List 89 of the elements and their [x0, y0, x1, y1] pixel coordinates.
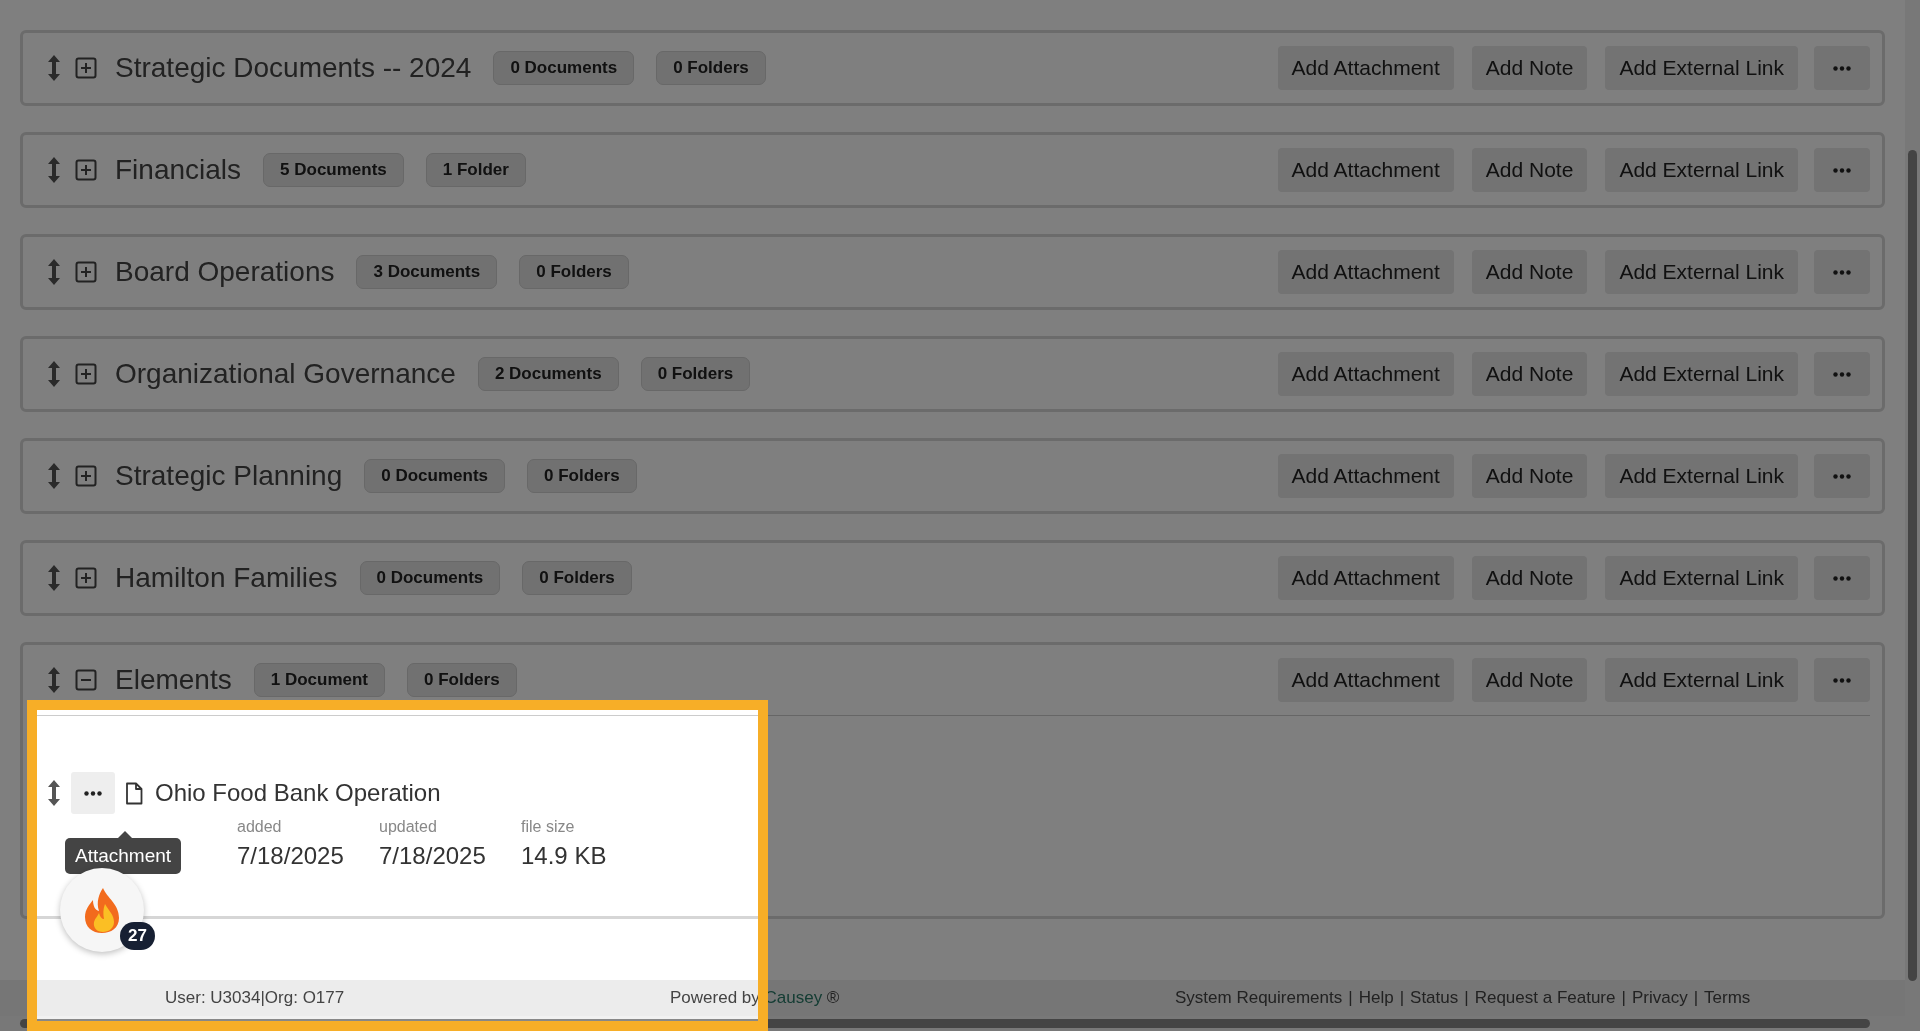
folder-title: Financials [115, 154, 242, 186]
footer-link[interactable]: Status [1410, 988, 1459, 1008]
add-link-button[interactable]: Add External Link [1605, 352, 1798, 396]
separator: | [1464, 988, 1469, 1008]
meta-label: added [237, 818, 282, 836]
add-attachment-button[interactable]: Add Attachment [1277, 148, 1454, 192]
drag-handle-icon[interactable] [47, 359, 61, 389]
expand-icon[interactable] [75, 465, 97, 487]
more-icon [84, 790, 102, 796]
folder-count: 0 Folders [640, 357, 751, 391]
drag-handle-icon[interactable] [47, 563, 61, 593]
footer-link[interactable]: Privacy [1631, 988, 1688, 1008]
vertical-scrollbar[interactable] [1905, 0, 1920, 1016]
expand-icon[interactable] [75, 57, 97, 79]
separator: | [1399, 988, 1405, 1008]
document-count: 0 Documents [364, 459, 505, 493]
add-link-button[interactable]: Add External Link [1605, 454, 1798, 498]
folder-count: 0 Folders [519, 255, 629, 289]
folder-count: 0 Folders [656, 51, 766, 85]
folder-title: Elements [115, 664, 232, 696]
more-icon [1833, 269, 1851, 275]
more-icon [1833, 473, 1851, 479]
folder-count: 1 Folder [425, 153, 526, 187]
separator: | [1348, 988, 1353, 1008]
document-count: 0 Documents [359, 561, 501, 595]
drag-handle-icon[interactable] [47, 665, 61, 695]
drag-handle-icon[interactable] [47, 53, 61, 83]
add-note-button[interactable]: Add Note [1471, 46, 1588, 90]
footer-link[interactable]: Help [1358, 988, 1394, 1008]
footer-link[interactable]: System Requirements [1175, 988, 1343, 1008]
add-link-button[interactable]: Add External Link [1605, 556, 1798, 600]
document-count: 5 Documents [263, 153, 404, 187]
separator: | [1621, 988, 1626, 1008]
folder-title: Hamilton Families [115, 562, 338, 594]
add-link-button[interactable]: Add External Link [1605, 658, 1798, 702]
add-attachment-button[interactable]: Add Attachment [1277, 556, 1454, 600]
add-attachment-button[interactable]: Add Attachment [1277, 46, 1454, 90]
folder-count: 0 Folders [407, 663, 517, 697]
folder-count: 0 Folders [527, 459, 637, 493]
more-icon [1833, 371, 1851, 377]
separator: | [1693, 988, 1699, 1008]
folder-title: Board Operations [115, 256, 335, 288]
document-count: 0 Documents [493, 51, 635, 85]
expand-icon[interactable] [75, 261, 97, 283]
notification-count: 27 [120, 922, 155, 950]
meta-value: 7/18/2025 [379, 842, 486, 870]
expand-icon[interactable] [75, 159, 97, 181]
folder-count: 0 Folders [522, 561, 632, 595]
add-attachment-button[interactable]: Add Attachment [1277, 454, 1454, 498]
more-button[interactable] [71, 772, 115, 814]
meta-label: updated [379, 818, 437, 836]
document-count: 1 Document [253, 663, 385, 697]
file-icon [125, 781, 143, 805]
user-org-info: User: U3034|Org: O177 [165, 988, 346, 1008]
more-icon [1833, 65, 1851, 71]
collapse-icon[interactable] [75, 669, 97, 691]
meta-label: file size [521, 818, 575, 836]
document-count: 2 Documents [477, 357, 619, 391]
more-icon [1833, 575, 1851, 581]
meta-value: 7/18/2025 [237, 842, 344, 870]
meta-value: 14.9 KB [521, 842, 607, 870]
tooltip: Attachment [65, 831, 182, 874]
add-note-button[interactable]: Add Note [1471, 658, 1588, 702]
drag-handle-icon[interactable] [47, 778, 61, 808]
footer-link[interactable]: Request a Feature [1474, 988, 1616, 1008]
drag-handle-icon[interactable] [47, 257, 61, 287]
add-note-button[interactable]: Add Note [1471, 250, 1588, 294]
add-link-button[interactable]: Add External Link [1605, 46, 1798, 90]
more-icon [1833, 677, 1851, 683]
add-note-button[interactable]: Add Note [1471, 352, 1588, 396]
folder-title: Organizational Governance [115, 358, 456, 390]
add-link-button[interactable]: Add External Link [1605, 148, 1798, 192]
document-title[interactable]: Ohio Food Bank Operation [155, 779, 441, 807]
drag-handle-icon[interactable] [47, 461, 61, 491]
more-icon [1833, 167, 1851, 173]
footer-link[interactable]: Terms [1704, 988, 1751, 1008]
add-attachment-button[interactable]: Add Attachment [1277, 658, 1454, 702]
folder-title: Strategic Planning [115, 460, 343, 492]
folder-title: Strategic Documents -- 2024 [115, 52, 472, 84]
add-note-button[interactable]: Add Note [1471, 148, 1588, 192]
expand-icon[interactable] [75, 567, 97, 589]
add-note-button[interactable]: Add Note [1471, 454, 1588, 498]
expand-icon[interactable] [75, 363, 97, 385]
add-link-button[interactable]: Add External Link [1605, 250, 1798, 294]
add-attachment-button[interactable]: Add Attachment [1277, 250, 1454, 294]
drag-handle-icon[interactable] [47, 155, 61, 185]
add-attachment-button[interactable]: Add Attachment [1277, 352, 1454, 396]
document-count: 3 Documents [356, 255, 498, 289]
add-note-button[interactable]: Add Note [1471, 556, 1588, 600]
